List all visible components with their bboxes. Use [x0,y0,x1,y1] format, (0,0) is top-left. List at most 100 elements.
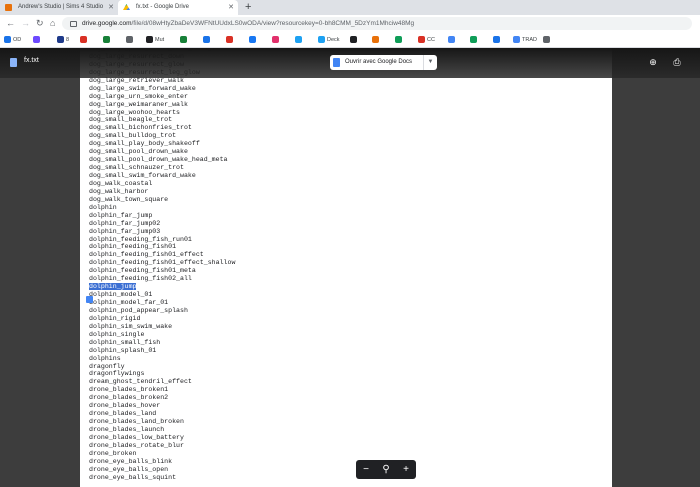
navigation-bar: ← → ↻ ⌂ drive.google.com/file/d/08wHtyZb… [0,15,700,32]
viewer-top-bar: fx.txt Ouvrir avec Google Docs ▼ ⊕ ⎙ [0,48,700,78]
text-line: drone_blades_rotate_blur [89,442,235,450]
line-text: drone_eye_balls_blink [89,457,173,465]
bookmark-item[interactable]: TRAD [513,36,537,44]
line-text: drone_blades_low_battery [89,433,184,441]
text-line: dog_small_pool_drown_wake_head_meta [89,156,235,164]
line-text: dog_walk_harbor [89,187,149,195]
bookmark-item[interactable] [372,36,381,44]
text-line: drone_eye_balls_blink [89,458,235,466]
bookmark-item[interactable] [543,36,552,44]
line-text: dolphin_feeding_fish02_all [89,275,192,283]
line-text: drone_blades_land [89,410,157,418]
bookmark-item[interactable] [180,36,189,44]
bookmark-favicon-icon [33,36,40,43]
tab-label: Andrew's Studio | Sims 4 Studio [18,4,104,10]
back-icon[interactable]: ← [6,17,15,29]
zoom-out-icon[interactable]: − [356,460,376,479]
text-line: dolphin_jump [89,283,235,291]
line-text: dolphin_rigid [89,314,141,322]
bookmark-item[interactable]: OD [4,36,21,44]
line-text: drone_blades_hover [89,402,161,410]
bookmark-item[interactable] [295,36,304,44]
bookmark-item[interactable] [103,36,112,44]
text-line: drone_blades_launch [89,426,235,434]
google-docs-icon [333,58,340,67]
text-line: dog_large_urn_smoke_enter [89,93,235,101]
bookmark-item[interactable]: CC [418,36,435,44]
url-path: /file/d/08wHtyZbaDeV3WFNtUUdxLS0wODA/vie… [131,20,415,27]
bookmark-item[interactable] [226,36,235,44]
line-text: dolphin_sim_swim_wake [89,322,173,330]
text-line: dragonfly [89,363,235,371]
text-line: dog_small_pool_drown_wake [89,148,235,156]
bookmark-item[interactable] [203,36,212,44]
bookmark-item[interactable] [126,36,135,44]
line-text: dolphin_far_jump [89,211,153,219]
reload-icon[interactable]: ↻ [36,17,44,29]
text-line: dog_small_swim_forward_wake [89,172,235,180]
text-line: drone_eye_balls_squint [89,474,235,482]
bookmark-favicon-icon [395,36,402,43]
print-icon[interactable]: ⎙ [672,57,682,67]
text-line: dolphin_far_jump [89,212,235,220]
zoom-in-icon[interactable]: + [396,460,416,479]
bookmark-item[interactable] [272,36,281,44]
bookmark-item[interactable] [493,36,502,44]
line-text: dog_walk_town_square [89,195,169,203]
text-line: drone_eye_balls_open [89,466,235,474]
close-tab-icon[interactable]: ✕ [108,0,114,15]
text-line: dolphin_small_fish [89,339,235,347]
text-line: dolphin_model_01 [89,291,235,299]
chevron-down-icon[interactable]: ▼ [423,55,437,70]
add-to-drive-icon[interactable]: ⊕ [648,57,658,67]
selected-text: dolphin_jump [89,283,137,291]
line-text: dolphin_splash_01 [89,346,157,354]
text-line: dolphin_model_far_01 [89,299,235,307]
bookmark-favicon-icon [57,36,64,43]
home-icon[interactable]: ⌂ [50,17,55,29]
bookmark-item[interactable] [33,36,42,44]
forward-icon[interactable]: → [21,17,30,29]
line-text: dolphin_far_jump02 [89,219,161,227]
tab-google-drive[interactable]: fx.txt - Google Drive ✕ [118,0,238,15]
text-line: dream_ghost_tendril_effect [89,378,235,386]
line-text: dog_large_urn_smoke_enter [89,92,188,100]
text-file-icon [10,58,17,67]
drive-viewer: dog_large_pool_drown_wake_head_metadog_l… [0,48,700,487]
text-line: dolphin_splash_01 [89,347,235,355]
bookmark-item[interactable] [350,36,359,44]
bookmark-favicon-icon [513,36,520,43]
selection-assist-icon[interactable] [86,296,93,303]
bookmark-favicon-icon [448,36,455,43]
text-line: dog_large_swim_forward_wake [89,85,235,93]
bookmark-item[interactable]: Deck [318,36,340,44]
bookmark-item[interactable] [470,36,479,44]
text-line: dog_large_weimaraner_walk [89,101,235,109]
bookmark-item[interactable] [395,36,404,44]
text-line: dolphin_feeding_fish01_meta [89,267,235,275]
close-tab-icon[interactable]: ✕ [228,0,234,15]
tab-sims4studio[interactable]: Andrew's Studio | Sims 4 Studio ✕ [0,0,118,15]
open-with-google-docs-button[interactable]: Ouvrir avec Google Docs ▼ [330,55,437,70]
bookmark-item[interactable] [80,36,89,44]
text-line: dolphin_far_jump03 [89,228,235,236]
bookmark-item[interactable] [249,36,258,44]
bookmark-item[interactable] [448,36,457,44]
address-bar[interactable]: drive.google.com/file/d/08wHtyZbaDeV3WFN… [62,17,692,30]
zoom-search-icon[interactable]: ⚲ [376,460,396,479]
line-text: drone_eye_balls_squint [89,473,177,481]
bookmark-item[interactable]: 8 [57,36,69,44]
text-line: dolphin_feeding_fish01_effect [89,251,235,259]
bookmark-favicon-icon [180,36,187,43]
bookmark-favicon-icon [226,36,233,43]
bookmark-item[interactable]: Mut [146,36,164,44]
bookmark-favicon-icon [543,36,550,43]
text-line: dolphin_feeding_fish01_effect_shallow [89,259,235,267]
line-text: dog_small_pool_drown_wake [89,148,188,156]
line-text: dolphins [89,354,121,362]
text-line: drone_blades_broken1 [89,386,235,394]
new-tab-icon[interactable]: + [245,0,251,14]
bookmark-label: TRAD [522,37,537,43]
line-text: dog_small_bulldog_trot [89,132,177,140]
bookmark-favicon-icon [418,36,425,43]
